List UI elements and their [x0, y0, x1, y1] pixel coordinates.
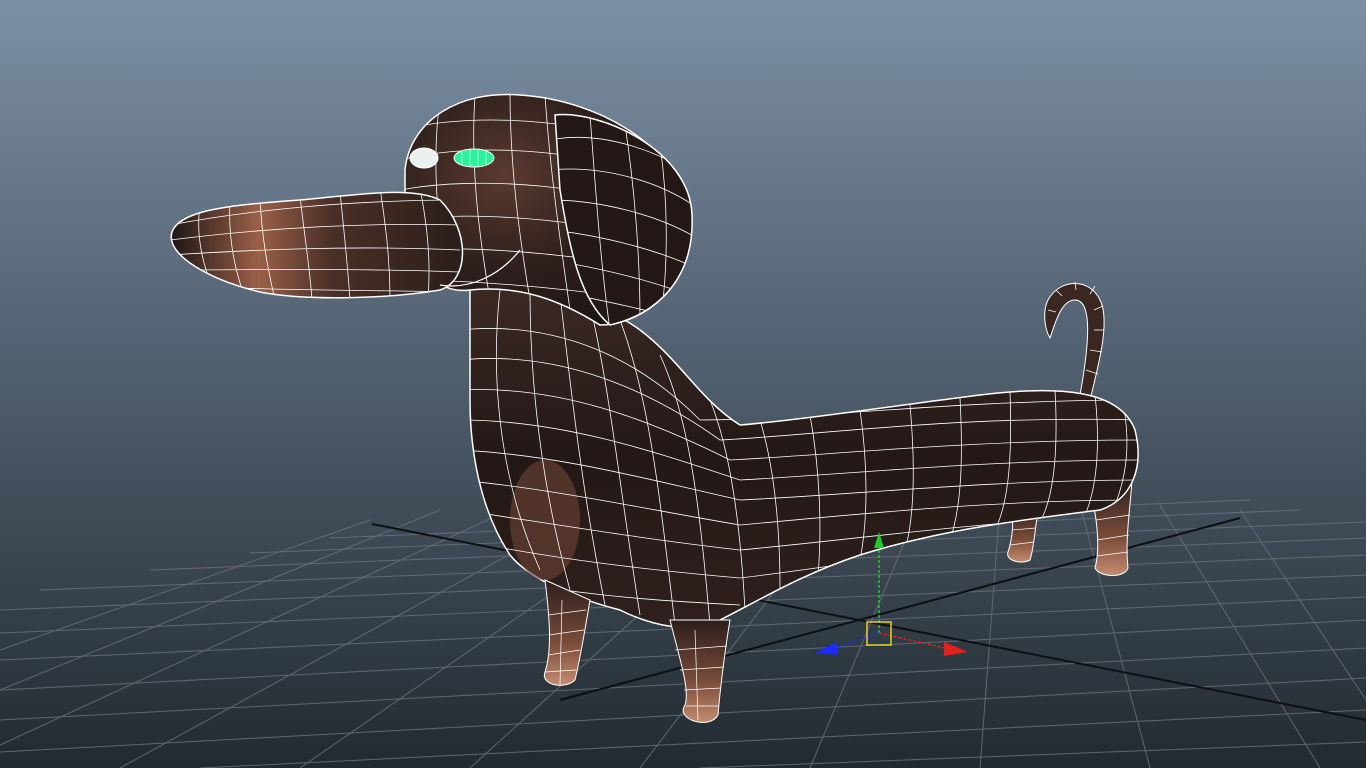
3d-viewport[interactable]: [0, 0, 1366, 768]
selected-eye-highlight[interactable]: [453, 148, 495, 168]
viewport-canvas[interactable]: [0, 0, 1366, 768]
